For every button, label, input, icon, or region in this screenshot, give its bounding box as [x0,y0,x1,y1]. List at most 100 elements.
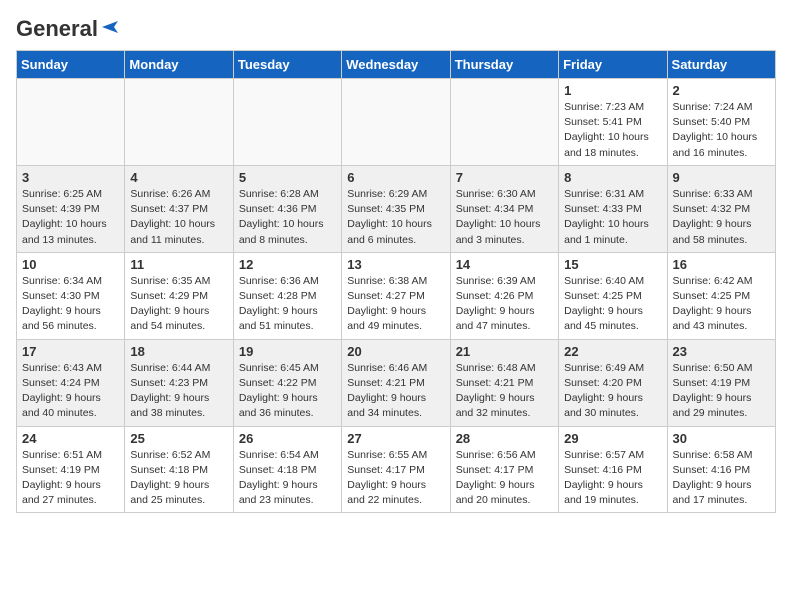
day-number: 10 [22,257,119,272]
day-info: Sunrise: 6:39 AM Sunset: 4:26 PM Dayligh… [456,274,553,335]
day-info: Sunrise: 6:50 AM Sunset: 4:19 PM Dayligh… [673,361,770,422]
calendar-cell: 12 Sunrise: 6:36 AM Sunset: 4:28 PM Dayli… [233,252,341,339]
calendar-cell: 16 Sunrise: 6:42 AM Sunset: 4:25 PM Dayli… [667,252,775,339]
calendar-week-3: 10 Sunrise: 6:34 AM Sunset: 4:30 PM Dayli… [17,252,776,339]
day-number: 1 [564,83,661,98]
logo-general: General [16,16,98,42]
calendar-cell: 17Sunrise: 6:43 AM Sunset: 4:24 PM Dayli… [17,339,125,426]
calendar-week-5: 24Sunrise: 6:51 AM Sunset: 4:19 PM Dayli… [17,426,776,513]
calendar-cell: 19Sunrise: 6:45 AM Sunset: 4:22 PM Dayli… [233,339,341,426]
day-number: 30 [673,431,770,446]
day-info: Sunrise: 6:48 AM Sunset: 4:21 PM Dayligh… [456,361,553,422]
calendar-week-4: 17Sunrise: 6:43 AM Sunset: 4:24 PM Dayli… [17,339,776,426]
day-number: 18 [130,344,227,359]
day-info: Sunrise: 6:55 AM Sunset: 4:17 PM Dayligh… [347,448,444,509]
weekday-header-tuesday: Tuesday [233,51,341,79]
day-number: 20 [347,344,444,359]
day-info: Sunrise: 7:23 AM Sunset: 5:41 PM Dayligh… [564,100,661,161]
calendar-table: SundayMondayTuesdayWednesdayThursdayFrid… [16,50,776,513]
calendar-cell: 18 Sunrise: 6:44 AM Sunset: 4:23 PM Dayli… [125,339,233,426]
calendar-cell: 4 Sunrise: 6:26 AM Sunset: 4:37 PM Daylig… [125,165,233,252]
day-info: Sunrise: 6:49 AM Sunset: 4:20 PM Dayligh… [564,361,661,422]
day-info: Sunrise: 6:52 AM Sunset: 4:18 PM Dayligh… [130,448,227,509]
day-info: Sunrise: 6:35 AM Sunset: 4:29 PM Dayligh… [130,274,227,335]
day-number: 8 [564,170,661,185]
calendar-cell: 6Sunrise: 6:29 AM Sunset: 4:35 PM Daylig… [342,165,450,252]
day-number: 28 [456,431,553,446]
day-info: Sunrise: 6:31 AM Sunset: 4:33 PM Dayligh… [564,187,661,248]
day-info: Sunrise: 6:30 AM Sunset: 4:34 PM Dayligh… [456,187,553,248]
calendar-cell: 14 Sunrise: 6:39 AM Sunset: 4:26 PM Dayli… [450,252,558,339]
day-number: 7 [456,170,553,185]
calendar-cell: 1 Sunrise: 7:23 AM Sunset: 5:41 PM Daylig… [559,79,667,166]
day-info: Sunrise: 6:57 AM Sunset: 4:16 PM Dayligh… [564,448,661,509]
page-header: General [16,16,776,38]
day-info: Sunrise: 6:44 AM Sunset: 4:23 PM Dayligh… [130,361,227,422]
calendar-week-1: 1 Sunrise: 7:23 AM Sunset: 5:41 PM Daylig… [17,79,776,166]
logo-bird-icon [100,17,120,37]
weekday-header-monday: Monday [125,51,233,79]
day-info: Sunrise: 6:45 AM Sunset: 4:22 PM Dayligh… [239,361,336,422]
day-number: 4 [130,170,227,185]
day-info: Sunrise: 6:42 AM Sunset: 4:25 PM Dayligh… [673,274,770,335]
calendar-cell: 7 Sunrise: 6:30 AM Sunset: 4:34 PM Daylig… [450,165,558,252]
calendar-cell: 29 Sunrise: 6:57 AM Sunset: 4:16 PM Dayli… [559,426,667,513]
calendar-cell: 23 Sunrise: 6:50 AM Sunset: 4:19 PM Dayli… [667,339,775,426]
calendar-cell: 27 Sunrise: 6:55 AM Sunset: 4:17 PM Dayli… [342,426,450,513]
weekday-header-saturday: Saturday [667,51,775,79]
calendar-header-row: SundayMondayTuesdayWednesdayThursdayFrid… [17,51,776,79]
day-number: 9 [673,170,770,185]
day-info: Sunrise: 6:28 AM Sunset: 4:36 PM Dayligh… [239,187,336,248]
day-number: 11 [130,257,227,272]
day-info: Sunrise: 6:34 AM Sunset: 4:30 PM Dayligh… [22,274,119,335]
day-info: Sunrise: 6:33 AM Sunset: 4:32 PM Dayligh… [673,187,770,248]
logo: General [16,16,120,38]
weekday-header-sunday: Sunday [17,51,125,79]
calendar-week-2: 3 Sunrise: 6:25 AM Sunset: 4:39 PM Daylig… [17,165,776,252]
day-number: 21 [456,344,553,359]
calendar-cell: 24Sunrise: 6:51 AM Sunset: 4:19 PM Dayli… [17,426,125,513]
weekday-header-friday: Friday [559,51,667,79]
day-info: Sunrise: 6:51 AM Sunset: 4:19 PM Dayligh… [22,448,119,509]
day-info: Sunrise: 6:54 AM Sunset: 4:18 PM Dayligh… [239,448,336,509]
day-number: 3 [22,170,119,185]
weekday-header-thursday: Thursday [450,51,558,79]
day-info: Sunrise: 6:43 AM Sunset: 4:24 PM Dayligh… [22,361,119,422]
calendar-cell: 26 Sunrise: 6:54 AM Sunset: 4:18 PM Dayli… [233,426,341,513]
day-number: 22 [564,344,661,359]
day-info: Sunrise: 6:38 AM Sunset: 4:27 PM Dayligh… [347,274,444,335]
calendar-cell: 9 Sunrise: 6:33 AM Sunset: 4:32 PM Daylig… [667,165,775,252]
calendar-cell [233,79,341,166]
day-number: 27 [347,431,444,446]
day-info: Sunrise: 6:26 AM Sunset: 4:37 PM Dayligh… [130,187,227,248]
calendar-cell: 2Sunrise: 7:24 AM Sunset: 5:40 PM Daylig… [667,79,775,166]
day-number: 12 [239,257,336,272]
day-info: Sunrise: 6:25 AM Sunset: 4:39 PM Dayligh… [22,187,119,248]
day-info: Sunrise: 6:36 AM Sunset: 4:28 PM Dayligh… [239,274,336,335]
day-info: Sunrise: 6:58 AM Sunset: 4:16 PM Dayligh… [673,448,770,509]
calendar-cell [450,79,558,166]
day-number: 2 [673,83,770,98]
calendar-cell: 5 Sunrise: 6:28 AM Sunset: 4:36 PM Daylig… [233,165,341,252]
day-info: Sunrise: 6:46 AM Sunset: 4:21 PM Dayligh… [347,361,444,422]
calendar-cell: 13 Sunrise: 6:38 AM Sunset: 4:27 PM Dayli… [342,252,450,339]
calendar-cell: 28Sunrise: 6:56 AM Sunset: 4:17 PM Dayli… [450,426,558,513]
day-number: 15 [564,257,661,272]
calendar-cell: 25Sunrise: 6:52 AM Sunset: 4:18 PM Dayli… [125,426,233,513]
calendar-cell: 10 Sunrise: 6:34 AM Sunset: 4:30 PM Dayli… [17,252,125,339]
weekday-header-wednesday: Wednesday [342,51,450,79]
calendar-cell: 11 Sunrise: 6:35 AM Sunset: 4:29 PM Dayli… [125,252,233,339]
day-number: 5 [239,170,336,185]
calendar-cell [125,79,233,166]
day-number: 26 [239,431,336,446]
day-number: 14 [456,257,553,272]
day-number: 23 [673,344,770,359]
day-number: 16 [673,257,770,272]
day-number: 13 [347,257,444,272]
calendar-cell: 20 Sunrise: 6:46 AM Sunset: 4:21 PM Dayli… [342,339,450,426]
calendar-cell: 8 Sunrise: 6:31 AM Sunset: 4:33 PM Daylig… [559,165,667,252]
day-info: Sunrise: 6:40 AM Sunset: 4:25 PM Dayligh… [564,274,661,335]
calendar-cell: 30 Sunrise: 6:58 AM Sunset: 4:16 PM Dayli… [667,426,775,513]
day-number: 29 [564,431,661,446]
calendar-cell: 22 Sunrise: 6:49 AM Sunset: 4:20 PM Dayli… [559,339,667,426]
